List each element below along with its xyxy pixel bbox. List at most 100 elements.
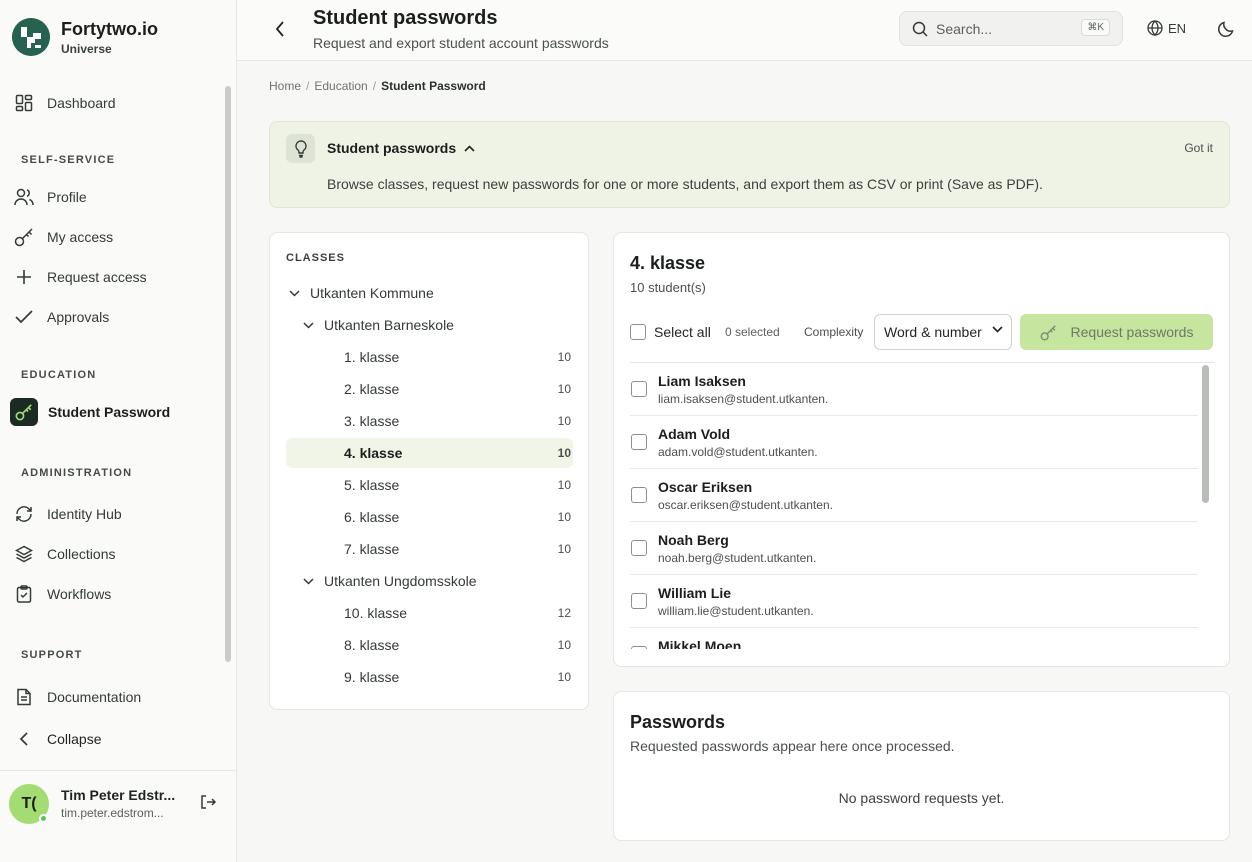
student-email: adam.vold@student.utkanten.	[658, 445, 818, 459]
class-item[interactable]: 8. klasse 10	[286, 630, 573, 660]
moon-icon	[1218, 21, 1234, 37]
class-item-selected[interactable]: 4. klasse 10	[286, 438, 573, 468]
checkbox[interactable]	[630, 324, 646, 340]
class-count: 10	[557, 510, 571, 524]
sidebar-item-profile[interactable]: Profile	[8, 180, 218, 214]
student-row[interactable]: Noah Berg noah.berg@student.utkanten.	[630, 522, 1198, 575]
class-count: 10	[557, 542, 571, 556]
language-label: EN	[1168, 20, 1187, 36]
sidebar-item-label: Workflows	[47, 586, 112, 602]
student-count: 10 student(s)	[630, 280, 706, 295]
student-checkbox[interactable]	[631, 540, 647, 556]
class-item[interactable]: 5. klasse 10	[286, 470, 573, 500]
tree-node-school[interactable]: Utkanten Barneskole	[300, 310, 573, 340]
tree-node-school[interactable]: Utkanten Ungdomsskole	[300, 566, 573, 596]
banner-description: Browse classes, request new passwords fo…	[327, 176, 1043, 192]
select-all-checkbox[interactable]: Select all	[630, 324, 711, 340]
chevron-up-icon	[464, 144, 475, 152]
tree-node-municipality[interactable]: Utkanten Kommune	[286, 278, 573, 308]
sidebar-item-label: My access	[47, 229, 114, 245]
sidebar-item-label: Identity Hub	[47, 506, 122, 522]
logout-icon[interactable]	[199, 793, 217, 816]
class-count: 10	[557, 670, 571, 684]
student-row[interactable]: Adam Vold adam.vold@student.utkanten.	[630, 416, 1198, 469]
student-list-scrollbar[interactable]	[1202, 365, 1209, 503]
breadcrumb: Home / Education / Student Password	[269, 79, 486, 93]
brand[interactable]: Fortytwo.io Universe	[12, 18, 158, 56]
student-checkbox[interactable]	[631, 434, 647, 450]
plus-icon	[14, 267, 34, 287]
chevron-down-icon	[300, 321, 316, 329]
sidebar-item-dashboard[interactable]: Dashboard	[8, 86, 218, 120]
breadcrumb-current: Student Password	[381, 79, 486, 93]
passwords-title: Passwords	[630, 712, 726, 732]
student-email: oscar.eriksen@student.utkanten.	[658, 498, 833, 512]
chevron-left-icon	[275, 21, 284, 37]
sidebar-item-my-access[interactable]: My access	[8, 220, 218, 254]
student-checkbox[interactable]	[631, 381, 647, 397]
class-item[interactable]: 3. klasse 10	[286, 406, 573, 436]
users-icon	[14, 187, 34, 207]
breadcrumb-home[interactable]: Home	[269, 79, 301, 93]
search-input[interactable]: Search... ⌘K	[899, 11, 1123, 46]
student-row[interactable]: Oscar Eriksen oscar.eriksen@student.utka…	[630, 469, 1198, 522]
tree-node-label: Utkanten Barneskole	[324, 317, 454, 333]
class-name: 4. klasse	[344, 445, 403, 461]
class-item[interactable]: 10. klasse 12	[286, 598, 573, 628]
theme-toggle[interactable]	[1217, 20, 1235, 43]
select-all-label: Select all	[654, 324, 711, 340]
sidebar-item-documentation[interactable]: Documentation	[8, 680, 218, 714]
class-title: 4. klasse	[630, 253, 706, 273]
student-row[interactable]: William Lie william.lie@student.utkanten…	[630, 575, 1198, 628]
breadcrumb-separator: /	[372, 79, 377, 93]
class-item[interactable]: 9. klasse 10	[286, 662, 573, 692]
complexity-label: Complexity	[804, 325, 864, 339]
top-bar: Student passwords Request and export stu…	[237, 0, 1252, 61]
sidebar-item-student-password[interactable]: Student Password	[8, 395, 218, 429]
back-button[interactable]	[269, 18, 291, 40]
sidebar-item-approvals[interactable]: Approvals	[8, 300, 218, 334]
student-row[interactable]: Liam Isaksen liam.isaksen@student.utkant…	[630, 363, 1198, 416]
student-checkbox[interactable]	[631, 646, 647, 649]
sidebar-item-identity-hub[interactable]: Identity Hub	[8, 497, 218, 531]
class-name: 6. klasse	[344, 509, 400, 525]
sidebar: Fortytwo.io Universe Dashboard SELF-SERV…	[0, 0, 237, 862]
banner-toggle[interactable]: Student passwords	[327, 140, 475, 156]
key-icon	[10, 398, 38, 426]
check-icon	[14, 307, 34, 327]
student-checkbox[interactable]	[631, 593, 647, 609]
breadcrumb-education[interactable]: Education	[314, 79, 367, 93]
class-name: 5. klasse	[344, 477, 400, 493]
lightbulb-icon	[286, 134, 315, 163]
sidebar-item-label: Profile	[47, 189, 87, 205]
got-it-button[interactable]: Got it	[1184, 141, 1213, 155]
section-administration: ADMINISTRATION	[21, 467, 133, 479]
sidebar-item-workflows[interactable]: Workflows	[8, 577, 218, 611]
class-item[interactable]: 6. klasse 10	[286, 502, 573, 532]
class-name: 7. klasse	[344, 541, 400, 557]
key-icon	[1040, 324, 1056, 340]
sidebar-item-request-access[interactable]: Request access	[8, 260, 218, 294]
classes-panel: CLASSES Utkanten Kommune Utkanten Barnes…	[269, 232, 589, 710]
class-name: 3. klasse	[344, 413, 400, 429]
banner-title: Student passwords	[327, 140, 457, 156]
class-item[interactable]: 7. klasse 10	[286, 534, 573, 564]
complexity-select[interactable]: Word & number	[874, 314, 1012, 350]
sidebar-item-label: Approvals	[47, 309, 110, 325]
class-name: 8. klasse	[344, 637, 400, 653]
class-count: 12	[557, 606, 571, 620]
student-row[interactable]: Mikkel Moen	[630, 628, 1198, 649]
sidebar-scrollbar[interactable]	[225, 86, 231, 662]
class-count: 10	[557, 446, 571, 460]
students-panel: 4. klasse 10 student(s) Select all 0 sel…	[613, 232, 1230, 667]
collapse-label: Collapse	[47, 731, 102, 747]
class-item[interactable]: 2. klasse 10	[286, 374, 573, 404]
sidebar-item-collections[interactable]: Collections	[8, 537, 218, 571]
collapse-button[interactable]: Collapse	[8, 722, 218, 756]
request-passwords-button[interactable]: Request passwords	[1020, 314, 1213, 350]
sidebar-item-label: Dashboard	[47, 95, 116, 111]
class-item[interactable]: 1. klasse 10	[286, 342, 573, 372]
student-checkbox[interactable]	[631, 487, 647, 503]
language-selector[interactable]: EN	[1147, 20, 1186, 36]
sidebar-item-label: Collections	[47, 546, 116, 562]
